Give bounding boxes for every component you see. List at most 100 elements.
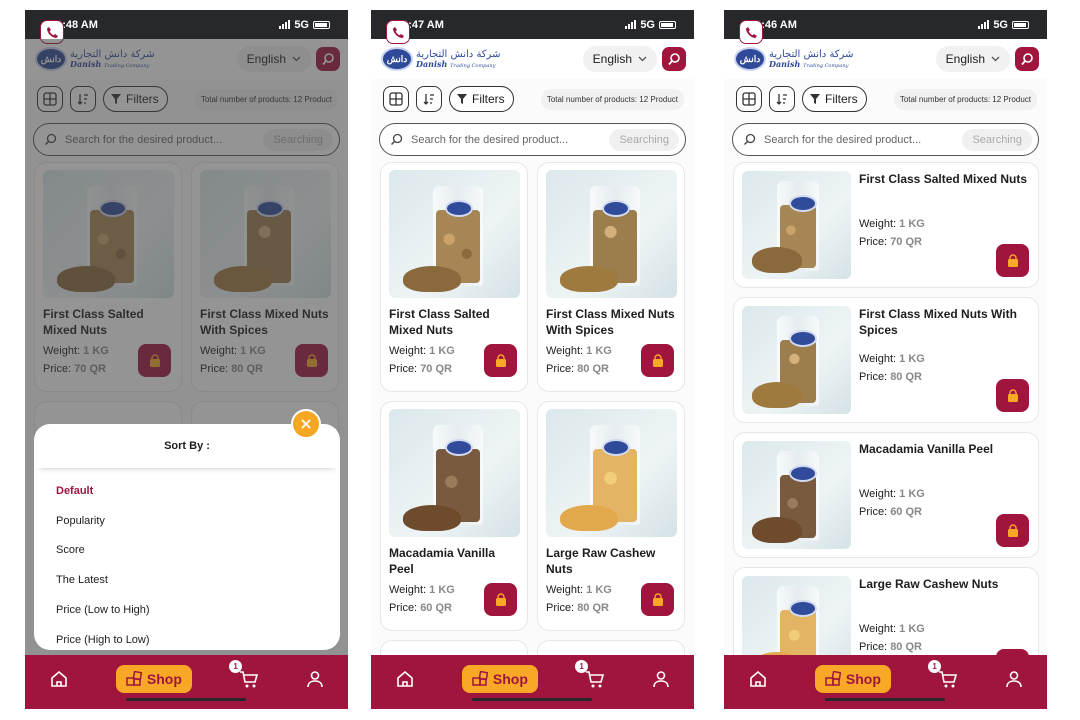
nav-profile[interactable] <box>1005 670 1023 688</box>
nav-cart[interactable]: 1 <box>928 660 958 689</box>
nav-shop[interactable]: Shop <box>461 665 538 693</box>
language-label: English <box>945 52 985 66</box>
profile-icon <box>653 671 670 688</box>
product-image <box>389 170 520 298</box>
sort-icon <box>776 94 787 105</box>
add-to-cart-button[interactable] <box>641 583 674 616</box>
language-selector[interactable]: English <box>582 46 657 72</box>
product-image <box>742 306 851 414</box>
search-button[interactable] <box>662 47 686 71</box>
product-card[interactable]: First Class Salted Mixed Nuts Weight: 1 … <box>380 162 528 392</box>
language-selector[interactable]: English <box>935 46 1010 72</box>
add-to-cart-button[interactable] <box>996 244 1029 277</box>
nav-shop[interactable]: Shop <box>115 665 192 693</box>
sort-option-price-low-high[interactable]: Price (Low to High) <box>34 595 340 625</box>
phone-screen-grid: 10:47 AM 5G دانش شركة دانش التجارية Danis… <box>371 10 694 709</box>
shop-icon <box>472 671 488 686</box>
signal-icon <box>625 20 637 29</box>
status-bar: 10:46 AM 5G <box>724 10 1047 39</box>
sort-option-score[interactable]: Score <box>34 536 340 566</box>
product-card[interactable]: Macadamia Vanilla Peel Weight: 1 KG Price… <box>380 401 528 631</box>
product-card[interactable]: Large Raw Cashew Nuts Weight: 1 KG Price:… <box>537 401 685 631</box>
product-image <box>546 170 677 298</box>
nav-home[interactable] <box>748 669 768 689</box>
sort-button[interactable] <box>416 86 442 112</box>
grid-view-button[interactable] <box>736 86 762 112</box>
network-type: 5G <box>640 18 655 31</box>
shopping-bag-icon <box>1007 388 1018 402</box>
sort-option-default[interactable]: Default <box>34 476 340 506</box>
shopping-bag-icon <box>652 353 663 367</box>
search-submit-button[interactable]: Searching <box>962 128 1032 151</box>
sort-icon <box>423 94 434 105</box>
product-grid: First Class Salted Mixed Nuts Weight: 1 … <box>380 162 685 680</box>
logo-mark: دانش <box>381 47 413 71</box>
search-input[interactable]: Search for the desired product... <box>764 134 962 146</box>
home-indicator <box>126 698 246 701</box>
phone-screen-list: 10:46 AM 5G دانش شركة دانش التجارية Danis… <box>724 10 1047 709</box>
product-image <box>742 441 851 549</box>
product-toolbar: Filters Total number of products: 12 Pro… <box>724 79 1047 119</box>
phone-screen-sort: 10:48 AM 5G دانش شركة دانش التجاريةDanis… <box>25 10 348 709</box>
search-bar: Search for the desired product... Search… <box>379 123 686 156</box>
search-submit-button[interactable]: Searching <box>609 128 679 151</box>
add-to-cart-button[interactable] <box>484 583 517 616</box>
close-sort-button[interactable] <box>291 409 321 439</box>
shopping-bag-icon <box>1007 523 1018 537</box>
add-to-cart-button[interactable] <box>484 344 517 377</box>
product-card[interactable]: First Class Mixed Nuts With Spices Weigh… <box>537 162 685 392</box>
nav-profile[interactable] <box>652 670 670 688</box>
nav-profile[interactable] <box>306 670 324 688</box>
call-button[interactable] <box>739 20 763 44</box>
sort-option-popularity[interactable]: Popularity <box>34 506 340 536</box>
product-image <box>389 409 520 537</box>
grid-view-button[interactable] <box>383 86 409 112</box>
cart-icon <box>240 671 259 688</box>
filter-icon <box>457 94 467 104</box>
nav-cart[interactable]: 1 <box>575 660 605 689</box>
app-header: دانش شركة دانش التجاريةDanish Trading Co… <box>724 20 1047 79</box>
sort-option-price-high-low[interactable]: Price (High to Low) <box>34 625 340 655</box>
nav-home[interactable] <box>49 669 69 689</box>
nav-shop[interactable]: Shop <box>814 665 891 693</box>
logo-english: Danish Trading Company <box>416 58 496 69</box>
battery-icon <box>1012 20 1029 29</box>
filters-button[interactable]: Filters <box>449 86 514 112</box>
product-image <box>546 409 677 537</box>
sort-sheet: Sort By : Default Popularity Score The L… <box>34 424 340 650</box>
search-input[interactable]: Search for the desired product... <box>411 134 609 146</box>
home-icon <box>749 670 766 687</box>
add-to-cart-button[interactable] <box>641 344 674 377</box>
chevron-down-icon <box>638 56 647 62</box>
search-icon <box>744 133 756 145</box>
list-item[interactable]: Macadamia Vanilla Peel Weight: 1 KG Price… <box>733 432 1039 558</box>
add-to-cart-button[interactable] <box>996 379 1029 412</box>
shopping-bag-icon <box>495 353 506 367</box>
product-price: Price: 80 QR <box>859 641 922 653</box>
total-products-label: Total number of products: 12 Product <box>540 88 684 110</box>
shopping-bag-icon <box>495 592 506 606</box>
total-products-label: Total number of products: 12 Product <box>893 88 1037 110</box>
logo-english: Danish Trading Company <box>769 58 849 69</box>
list-item[interactable]: First Class Mixed Nuts With Spices Weigh… <box>733 297 1039 423</box>
status-bar: 10:48 AM 5G <box>25 10 348 39</box>
product-weight: Weight: 1 KG <box>859 488 925 500</box>
product-toolbar: Filters Total number of products: 12 Pro… <box>371 79 694 119</box>
product-name: Large Raw Cashew Nuts <box>546 546 656 576</box>
phone-icon <box>745 26 757 38</box>
grid-icon <box>742 92 756 106</box>
nav-cart[interactable]: 1 <box>229 660 259 689</box>
phone-icon <box>392 26 404 38</box>
status-bar: 10:47 AM 5G <box>371 10 694 39</box>
sort-button[interactable] <box>769 86 795 112</box>
sort-option-latest[interactable]: The Latest <box>34 565 340 595</box>
search-button[interactable] <box>1015 47 1039 71</box>
filter-icon <box>810 94 820 104</box>
company-logo: دانش شركة دانش التجاريةDanish Trading Co… <box>734 47 853 71</box>
filters-button[interactable]: Filters <box>802 86 867 112</box>
call-button[interactable] <box>386 20 410 44</box>
add-to-cart-button[interactable] <box>996 514 1029 547</box>
nav-home[interactable] <box>395 669 415 689</box>
shopping-bag-icon <box>1007 253 1018 267</box>
list-item[interactable]: First Class Salted Mixed Nuts Weight: 1 … <box>733 162 1039 288</box>
